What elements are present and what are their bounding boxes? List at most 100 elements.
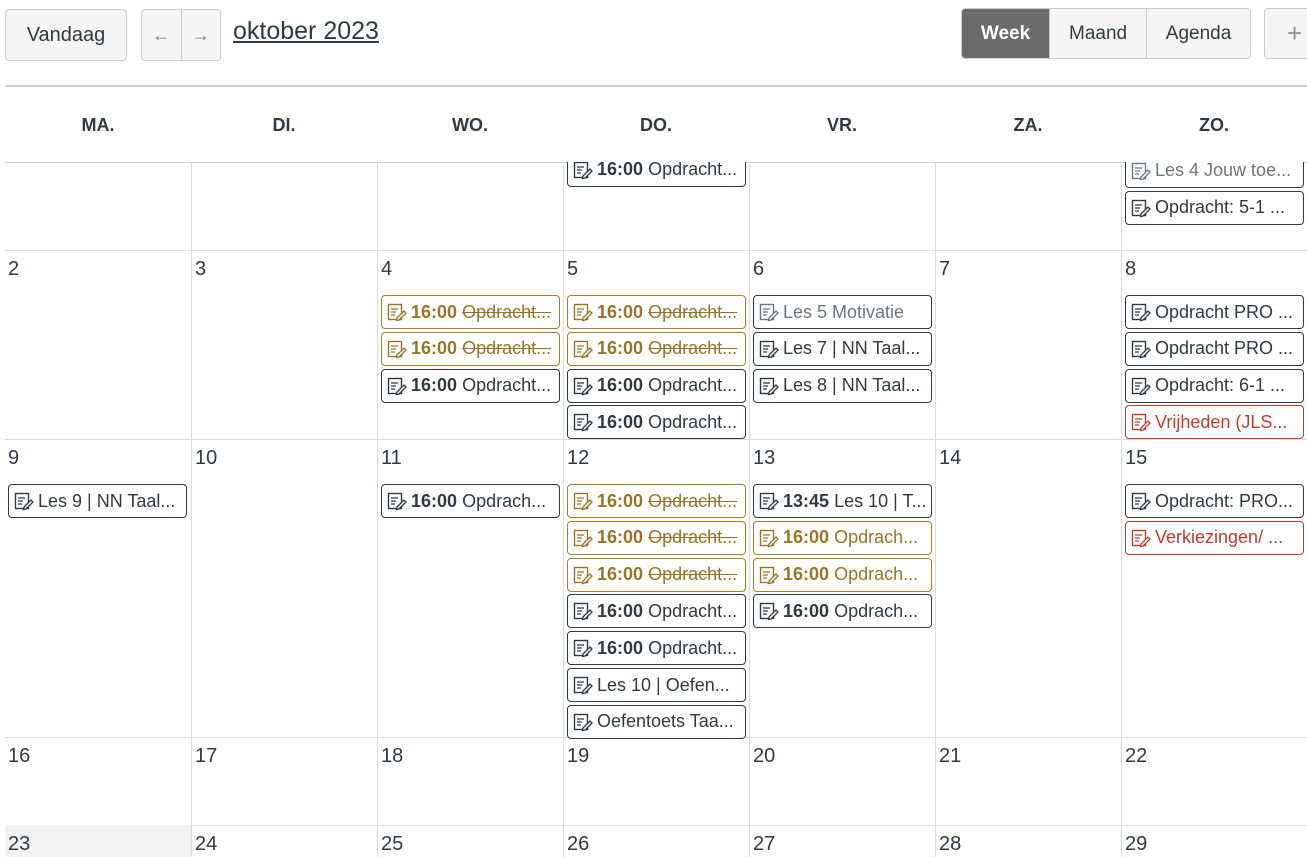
day-number[interactable]: 26 — [567, 833, 589, 856]
calendar-event[interactable]: Les 4 Jouw toe... — [1125, 162, 1304, 188]
day-number[interactable]: 2 — [8, 258, 19, 281]
day-cell[interactable]: 2 — [5, 250, 191, 439]
day-number[interactable]: 10 — [195, 447, 217, 470]
day-number[interactable]: 4 — [381, 258, 392, 281]
day-cell[interactable] — [749, 162, 935, 250]
calendar-event[interactable]: 16:00 Opdracht... — [381, 331, 560, 366]
calendar-event[interactable]: Opdracht: 6-1 ... — [1125, 368, 1304, 403]
day-number[interactable]: 25 — [381, 833, 403, 856]
view-month-button[interactable]: Maand — [1049, 9, 1146, 58]
calendar-event[interactable]: 16:00 Opdracht... — [567, 484, 746, 518]
day-cell[interactable]: 21 — [935, 737, 1121, 825]
day-cell[interactable]: 9 Les 9 | NN Taal... — [5, 439, 191, 737]
calendar-event[interactable]: Opdracht: 5-1 ... — [1125, 190, 1304, 225]
calendar-event[interactable]: 16:00 Opdracht... — [567, 162, 746, 187]
calendar-event[interactable]: 16:00 Opdracht... — [567, 594, 746, 629]
calendar-event[interactable]: Vrijheden (JLS... — [1125, 405, 1304, 440]
day-cell[interactable]: 16 — [5, 737, 191, 825]
day-number[interactable]: 19 — [567, 745, 589, 768]
day-number[interactable]: 17 — [195, 745, 217, 768]
calendar-event[interactable]: Opdracht: PRO... — [1125, 484, 1304, 518]
day-number[interactable]: 28 — [939, 833, 961, 856]
day-cell[interactable]: 8 Opdracht PRO ... Opdracht PRO ... Opdrach… — [1121, 250, 1307, 440]
day-cell[interactable]: 26 — [563, 825, 749, 857]
prev-arrow-icon[interactable]: ← — [142, 10, 182, 60]
day-cell[interactable]: 11 16:00 Opdrach... — [377, 439, 563, 737]
view-week-button[interactable]: Week — [962, 9, 1050, 58]
calendar-event[interactable]: 16:00 Opdracht... — [381, 368, 560, 403]
calendar-event[interactable]: 16:00 Opdracht... — [381, 295, 560, 329]
calendar-event[interactable]: Opdracht PRO ... — [1125, 295, 1304, 329]
day-cell[interactable] — [5, 162, 191, 250]
calendar-event[interactable]: 16:00 Opdracht... — [567, 557, 746, 592]
day-number[interactable]: 15 — [1125, 447, 1147, 470]
day-cell[interactable]: 4 16:00 Opdracht... 16:00 Opdracht... 16:00… — [377, 250, 563, 439]
day-cell[interactable]: 12 16:00 Opdracht... 16:00 Opdracht... 16:0… — [563, 439, 749, 739]
day-cell[interactable]: 13 13:45 Les 10 | T... 16:00 Opdrach... 16:… — [749, 439, 935, 737]
day-cell[interactable]: 22 — [1121, 737, 1307, 825]
day-number[interactable]: 27 — [753, 833, 775, 856]
day-number[interactable]: 18 — [381, 745, 403, 768]
calendar-event[interactable]: Verkiezingen/ ... — [1125, 520, 1304, 555]
day-number[interactable]: 9 — [8, 447, 19, 470]
calendar-event[interactable]: 16:00 Opdracht... — [567, 405, 746, 440]
day-number[interactable]: 5 — [567, 258, 578, 281]
calendar-title[interactable]: oktober 2023 — [233, 17, 379, 46]
day-cell[interactable]: 6 Les 5 Motivatie Les 7 | NN Taal... Les 8 … — [749, 250, 935, 439]
calendar-event[interactable]: Les 8 | NN Taal... — [753, 368, 932, 403]
day-cell[interactable]: 15 Opdracht: PRO... Verkiezingen/ ... — [1121, 439, 1307, 737]
calendar-event[interactable]: Les 7 | NN Taal... — [753, 331, 932, 366]
day-cell[interactable]: 16:00 Opdracht... — [563, 162, 749, 250]
calendar-event[interactable]: 16:00 Opdracht... — [567, 295, 746, 329]
calendar-event[interactable]: 16:00 Opdrach... — [753, 557, 932, 592]
day-cell[interactable]: 19 — [563, 737, 749, 825]
next-arrow-icon[interactable]: → — [182, 10, 221, 60]
calendar-event[interactable]: Les 5 Motivatie — [753, 295, 932, 329]
day-number[interactable]: 6 — [753, 258, 764, 281]
day-cell[interactable]: 18 — [377, 737, 563, 825]
day-number[interactable]: 8 — [1125, 258, 1136, 281]
day-cell[interactable]: 23 — [5, 825, 191, 857]
calendar-event[interactable]: 16:00 Opdrach... — [753, 594, 932, 629]
day-cell[interactable]: 7 — [935, 250, 1121, 439]
day-number[interactable]: 11 — [381, 447, 402, 470]
calendar-event[interactable]: 16:00 Opdracht... — [567, 631, 746, 666]
day-cell[interactable] — [191, 162, 377, 250]
day-cell[interactable]: 24 — [191, 825, 377, 857]
day-number[interactable]: 14 — [939, 447, 961, 470]
calendar-event[interactable]: 16:00 Opdrach... — [381, 484, 560, 518]
calendar-event[interactable]: 16:00 Opdracht... — [567, 520, 746, 555]
day-cell[interactable]: 29 — [1121, 825, 1307, 857]
day-number[interactable]: 3 — [195, 258, 206, 281]
calendar-event[interactable]: 16:00 Opdracht... — [567, 368, 746, 403]
calendar-event[interactable]: Oefentoets Taa... — [567, 704, 746, 739]
day-cell[interactable]: 27 — [749, 825, 935, 857]
day-number[interactable]: 7 — [939, 258, 950, 281]
day-cell[interactable]: Les 4 Jouw toe... Opdracht: 5-1 ... — [1121, 162, 1307, 250]
calendar-event[interactable]: Les 9 | NN Taal... — [8, 484, 187, 518]
day-cell[interactable]: 25 — [377, 825, 563, 857]
today-button[interactable]: Vandaag — [5, 9, 127, 61]
day-number[interactable]: 23 — [8, 833, 30, 856]
day-cell[interactable]: 20 — [749, 737, 935, 825]
day-cell[interactable]: 14 — [935, 439, 1121, 737]
day-cell[interactable] — [935, 162, 1121, 250]
calendar-event[interactable]: 16:00 Opdracht... — [567, 331, 746, 366]
day-number[interactable]: 12 — [567, 447, 589, 470]
calendar-event[interactable]: Les 10 | Oefen... — [567, 668, 746, 702]
day-number[interactable]: 24 — [195, 833, 217, 856]
add-event-button[interactable]: + — [1264, 8, 1307, 59]
day-cell[interactable] — [377, 162, 563, 250]
calendar-event[interactable]: 16:00 Opdrach... — [753, 520, 932, 555]
day-number[interactable]: 21 — [939, 745, 961, 768]
day-cell[interactable]: 10 — [191, 439, 377, 737]
day-cell[interactable]: 17 — [191, 737, 377, 825]
day-number[interactable]: 29 — [1125, 833, 1147, 856]
day-number[interactable]: 20 — [753, 745, 775, 768]
day-number[interactable]: 13 — [753, 447, 775, 470]
day-number[interactable]: 16 — [8, 745, 30, 768]
day-cell[interactable]: 5 16:00 Opdracht... 16:00 Opdracht... 16:00… — [563, 250, 749, 440]
day-number[interactable]: 22 — [1125, 745, 1147, 768]
calendar-event[interactable]: 13:45 Les 10 | T... — [753, 484, 932, 518]
day-cell[interactable]: 3 — [191, 250, 377, 439]
